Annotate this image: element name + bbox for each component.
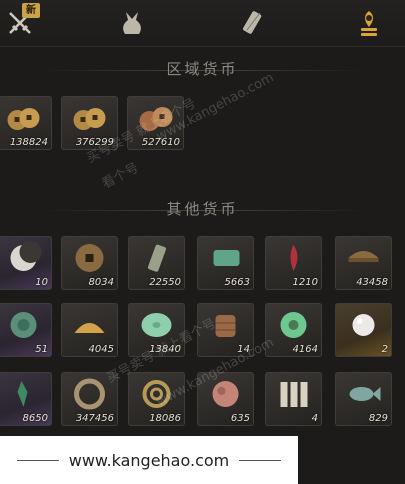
footer-url: www.kangehao.com: [68, 450, 230, 470]
new-badge: 新: [22, 3, 40, 18]
currency-slot[interactable]: 8650: [0, 372, 52, 426]
bone-tablets-icon: [280, 382, 308, 407]
currency-slot[interactable]: 51: [0, 303, 52, 357]
currency-slot[interactable]: 4: [265, 372, 322, 426]
currency-slot[interactable]: 14: [197, 303, 254, 357]
currency-slot[interactable]: 10: [0, 236, 52, 290]
currency-count: 1210: [292, 277, 318, 288]
currency-slot[interactable]: 22550: [128, 236, 185, 290]
coin-pile-icon: [73, 108, 106, 130]
coin-pile-icon: [7, 108, 40, 130]
currency-count: 8034: [88, 277, 114, 288]
currency-slot[interactable]: 138824: [0, 96, 52, 150]
currency-slot[interactable]: 43458: [335, 236, 392, 290]
pearl-icon: [352, 314, 375, 336]
currency-slot[interactable]: 4164: [265, 303, 322, 357]
currency-count: 376299: [75, 137, 114, 148]
currency-count: 4: [311, 413, 318, 424]
section-title-other: 其他货币: [166, 200, 239, 218]
green-shard-icon: [17, 381, 28, 407]
basket-icon: [215, 315, 236, 337]
currency-count: 8650: [22, 413, 48, 424]
currency-count: 13840: [149, 344, 181, 355]
currency-slot[interactable]: 376299: [61, 96, 118, 150]
currency-slot[interactable]: 8034: [61, 236, 118, 290]
watermark-logo-text: 看个号: [99, 160, 142, 193]
currency-count: 4045: [88, 344, 114, 355]
currency-count: 51: [35, 344, 48, 355]
ancient-coin-icon: [75, 244, 104, 272]
currency-slot[interactable]: 4045: [61, 303, 118, 357]
currency-slot[interactable]: 5663: [197, 236, 254, 290]
section-title-regional: 区域货币: [166, 60, 239, 78]
footer-banner: www.kangehao.com: [0, 436, 298, 484]
jade-ring-icon: [280, 312, 307, 338]
currency-count: 635: [230, 413, 250, 424]
currency-slot[interactable]: 1210: [265, 236, 322, 290]
jade-stone-icon: [10, 312, 37, 338]
footer-line: [16, 459, 59, 461]
currency-count: 4164: [292, 344, 318, 355]
footer-line: [239, 459, 282, 461]
currency-count: 829: [368, 413, 388, 424]
currency-icon: [361, 11, 377, 36]
grain-icon: [74, 323, 105, 333]
scroll-icon: [243, 11, 262, 34]
currency-count: 22550: [149, 277, 181, 288]
tab-scrolls[interactable]: [233, 4, 273, 42]
currency-count: 43458: [356, 277, 388, 288]
currency-slot[interactable]: 829: [335, 372, 392, 426]
currency-count: 138824: [9, 137, 48, 148]
currency-count: 347456: [75, 413, 114, 424]
red-feather-icon: [290, 245, 298, 271]
crescent-icon: [10, 242, 42, 271]
currency-slot[interactable]: 2: [335, 303, 392, 357]
currency-count: 5663: [224, 277, 250, 288]
brass-coil-icon: [142, 380, 171, 408]
currency-count: 14: [237, 344, 250, 355]
currency-slot[interactable]: 13840: [128, 303, 185, 357]
currency-slot[interactable]: 18086: [128, 372, 185, 426]
copper-coins-icon: [139, 107, 173, 131]
currency-count: 527610: [141, 137, 180, 148]
tab-bar: 新: [0, 0, 405, 47]
jade-disc-icon: [141, 313, 172, 337]
tab-currency[interactable]: [349, 4, 389, 42]
token-tablet-icon: [147, 244, 167, 272]
jade-slip-icon: [213, 250, 240, 266]
fish-icon: [349, 387, 381, 401]
currency-slot[interactable]: 347456: [61, 372, 118, 426]
currency-slot[interactable]: 635: [197, 372, 254, 426]
pink-stone-icon: [212, 381, 239, 407]
bronze-bowl-icon: [348, 251, 379, 262]
currency-count: 18086: [149, 413, 181, 424]
currency-count: 2: [381, 344, 388, 355]
tab-items[interactable]: [112, 4, 152, 42]
coiled-rope-icon: [74, 378, 105, 410]
currency-count: 10: [35, 277, 48, 288]
currency-slot[interactable]: 527610: [127, 96, 184, 150]
pouch-icon: [123, 12, 141, 34]
